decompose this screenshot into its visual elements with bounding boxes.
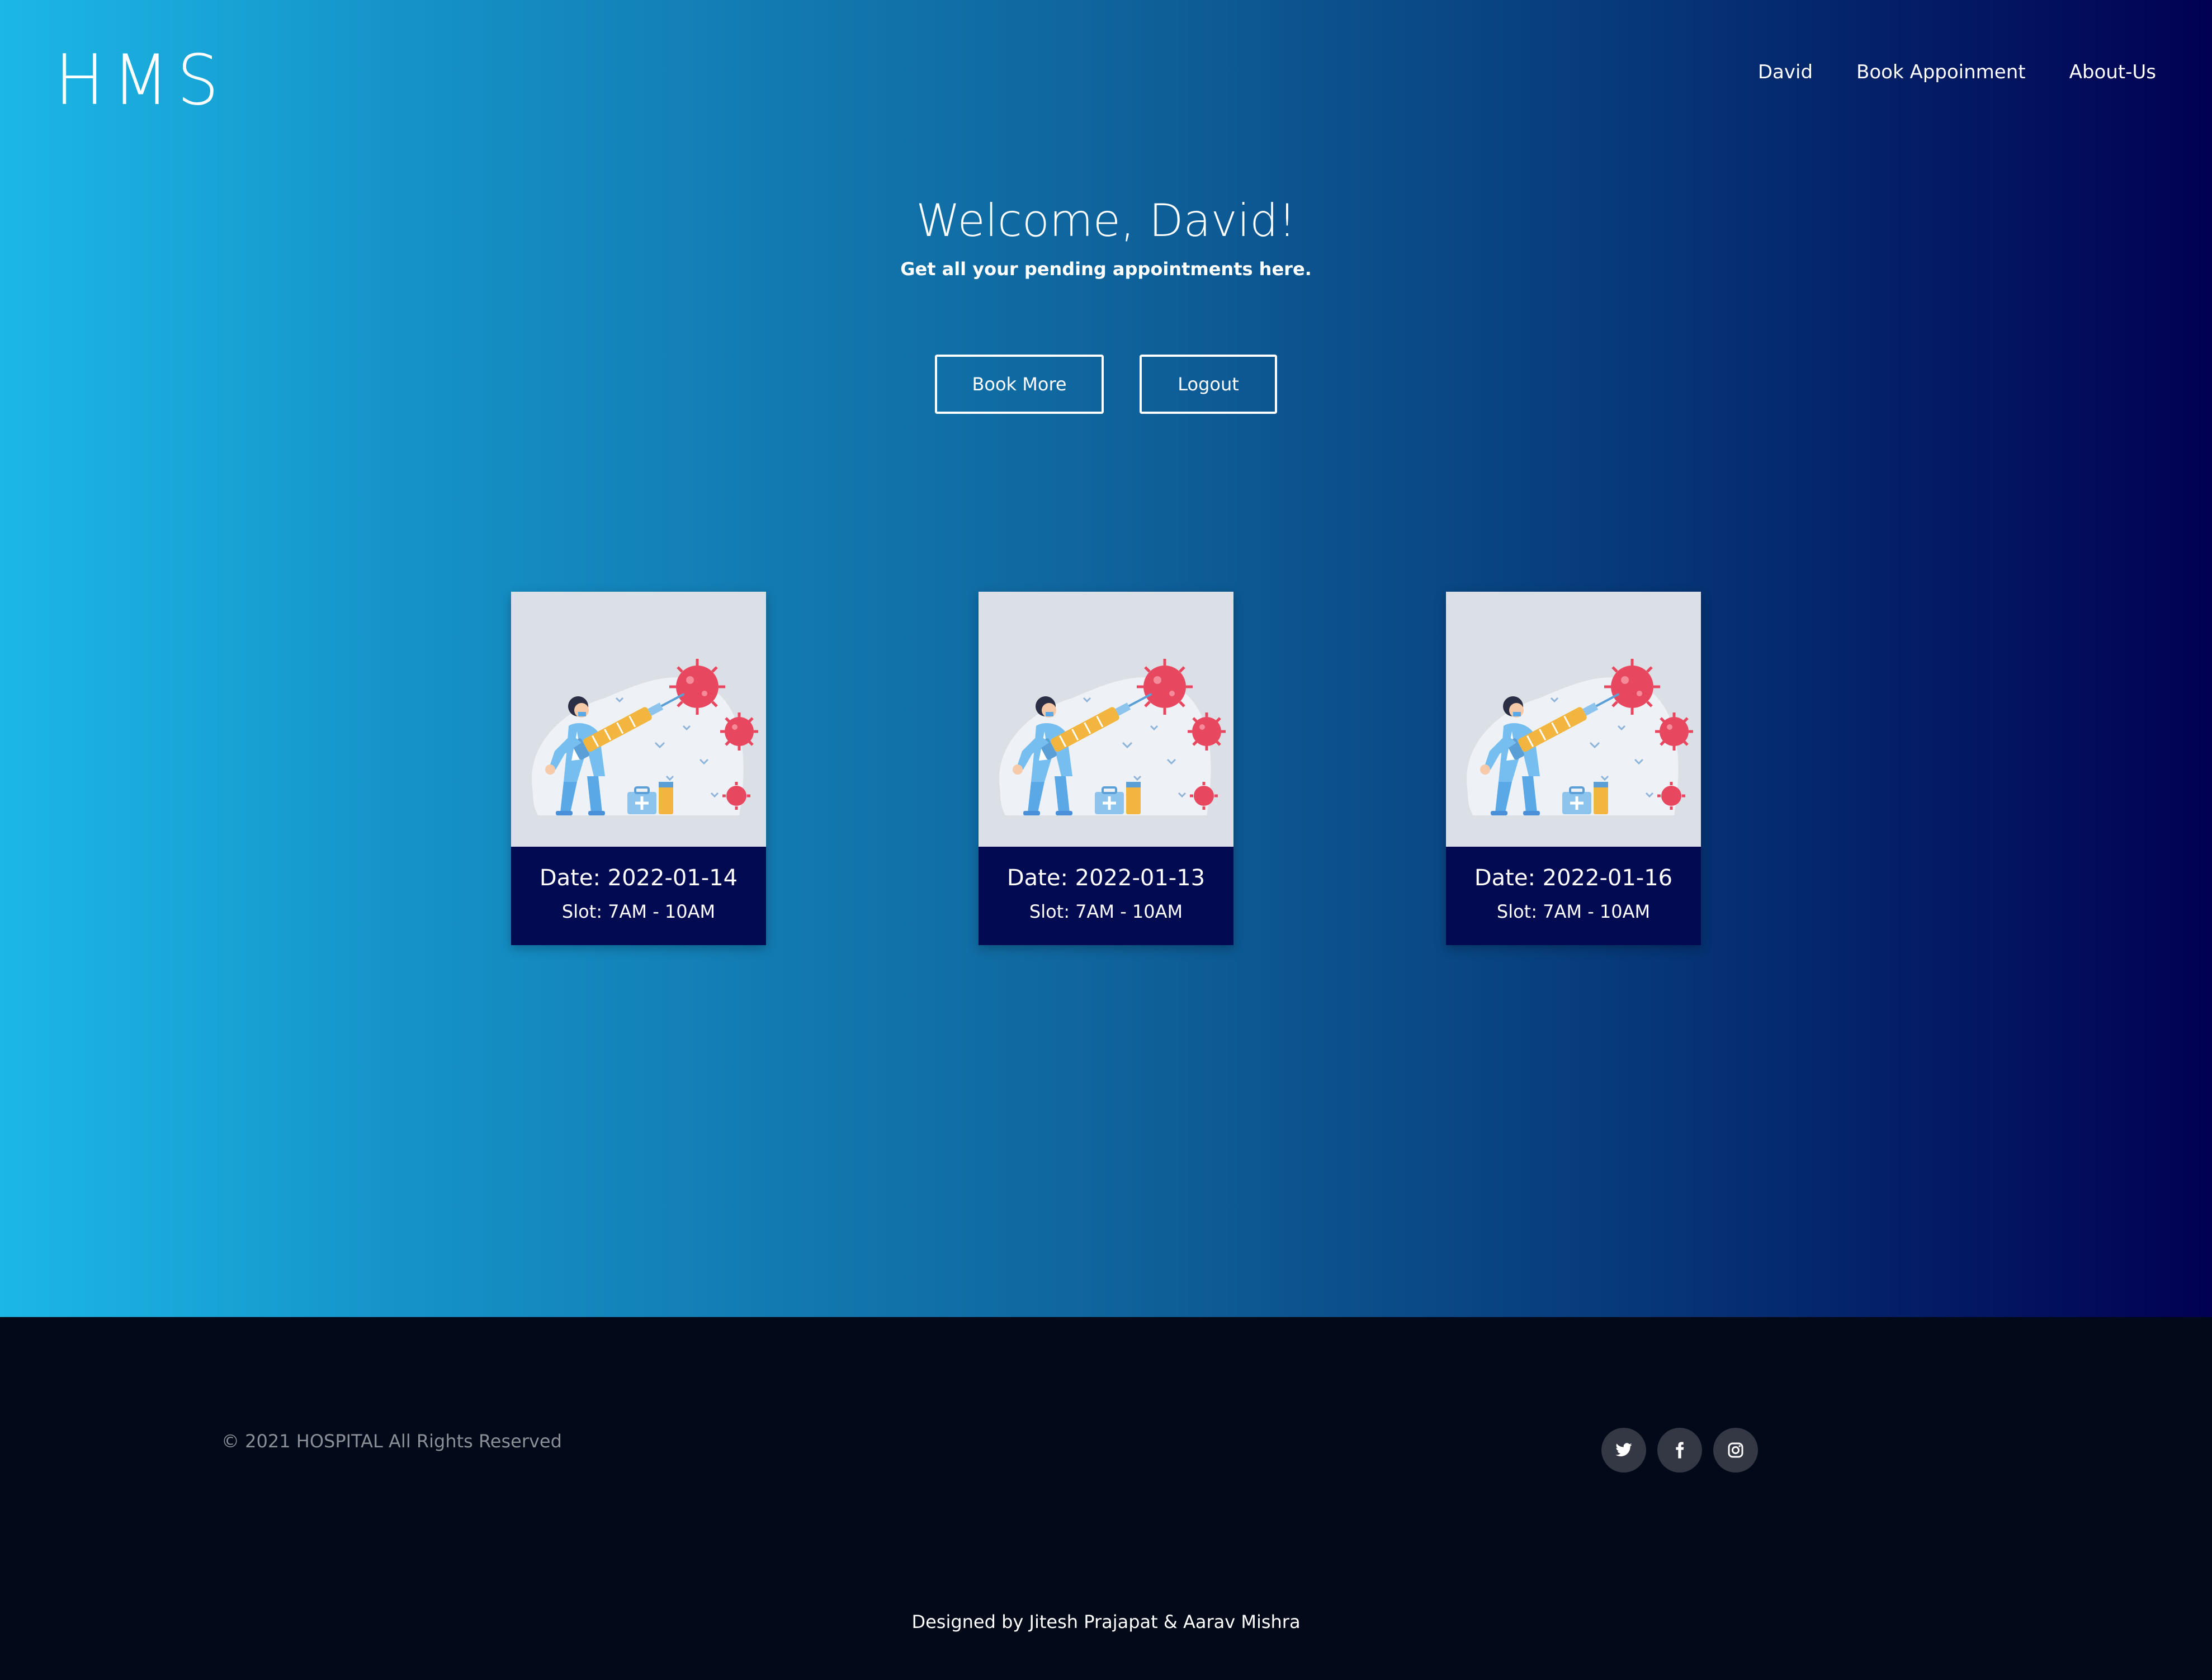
doctor-vaccine-illustration <box>1446 592 1701 847</box>
main-nav: David Book Appoinment About-Us <box>1758 58 2156 86</box>
nav-item-book-appointment[interactable]: Book Appoinment <box>1856 58 2026 86</box>
facebook-link[interactable] <box>1657 1428 1702 1473</box>
appointment-info: Date: 2022-01-13 Slot: 7AM - 10AM <box>979 847 1233 945</box>
appointment-info: Date: 2022-01-14 Slot: 7AM - 10AM <box>511 847 766 945</box>
instagram-link[interactable] <box>1713 1428 1758 1473</box>
appointment-date: Date: 2022-01-13 <box>1006 865 1206 891</box>
doctor-vaccine-illustration <box>511 592 766 847</box>
doctor-vaccine-image <box>1446 592 1701 847</box>
nav-item-user[interactable]: David <box>1758 58 1813 86</box>
appointment-slot: Slot: 7AM - 10AM <box>1496 901 1651 922</box>
twitter-link[interactable] <box>1601 1428 1646 1473</box>
appointment-info: Date: 2022-01-16 Slot: 7AM - 10AM <box>1446 847 1701 945</box>
appointment-slot: Slot: 7AM - 10AM <box>561 901 716 922</box>
book-more-button[interactable]: Book More <box>935 355 1104 414</box>
instagram-icon <box>1728 1442 1743 1458</box>
doctor-vaccine-illustration <box>979 592 1233 847</box>
page-title: Welcome, David! <box>916 195 1296 247</box>
social-links <box>1601 1428 1758 1473</box>
appointment-card[interactable]: Date: 2022-01-13 Slot: 7AM - 10AM <box>979 592 1233 945</box>
appointment-date: Date: 2022-01-14 <box>539 865 738 891</box>
twitter-icon <box>1615 1443 1632 1457</box>
hero-actions: Book More Logout <box>0 355 2212 414</box>
doctor-vaccine-image <box>511 592 766 847</box>
hero-section: HMS David Book Appoinment About-Us Welco… <box>0 0 2212 1317</box>
logout-button[interactable]: Logout <box>1140 355 1277 414</box>
appointment-card[interactable]: Date: 2022-01-14 Slot: 7AM - 10AM <box>511 592 766 945</box>
logo[interactable]: HMS <box>55 42 226 119</box>
page-subtitle: Get all your pending appointments here. <box>900 258 1312 280</box>
appointment-date: Date: 2022-01-16 <box>1474 865 1673 891</box>
appointment-card[interactable]: Date: 2022-01-16 Slot: 7AM - 10AM <box>1446 592 1701 945</box>
appointment-slot: Slot: 7AM - 10AM <box>1029 901 1183 922</box>
facebook-icon <box>1676 1442 1684 1459</box>
page-footer: © 2021 HOSPITAL All Rights Reserved Desi… <box>0 1317 2212 1680</box>
copyright-text: © 2021 HOSPITAL All Rights Reserved <box>221 1431 562 1452</box>
nav-item-about-us[interactable]: About-Us <box>2069 58 2156 86</box>
doctor-vaccine-image <box>979 592 1233 847</box>
designer-credits: Designed by Jitesh Prajapat & Aarav Mish… <box>911 1611 1301 1632</box>
